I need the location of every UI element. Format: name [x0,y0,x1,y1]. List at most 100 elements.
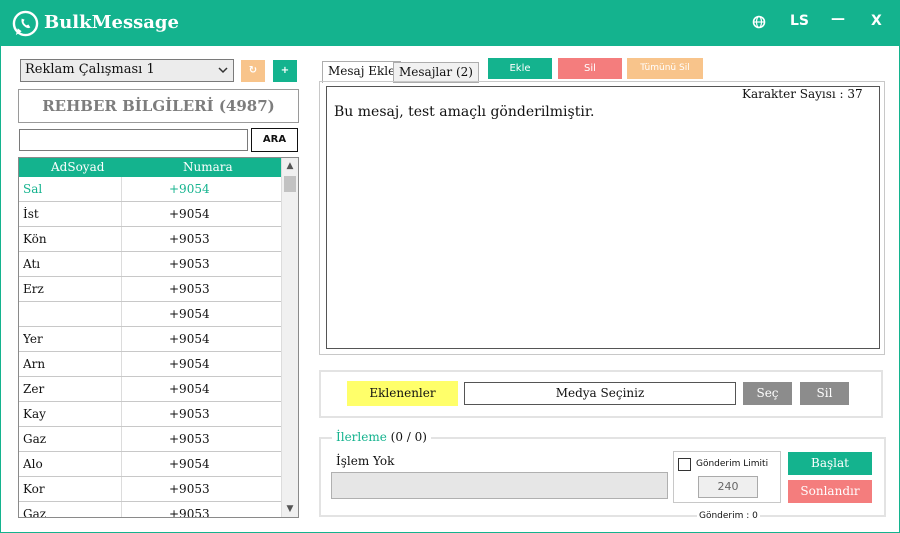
column-divider [121,252,122,276]
campaign-select[interactable]: Reklam Çalışması 1 [20,59,234,82]
redaction-mask [61,481,123,497]
message-textarea[interactable] [326,86,880,349]
character-count: Karakter Sayısı : 37 [742,87,863,101]
table-row[interactable]: İst +9054 [19,202,282,227]
table-row[interactable]: Sal +9054 [19,177,282,202]
send-limit-label: Gönderim Limiti [696,459,769,469]
redaction-mask [225,481,261,497]
redaction-mask [225,331,261,347]
column-divider [121,177,122,201]
added-media-button[interactable]: Eklenenler [347,381,458,406]
column-header-name: AdSoyad [51,160,105,174]
contact-number: +9053 [169,407,210,421]
column-header-number: Numara [183,160,233,174]
status-text: İşlem Yok [336,454,395,468]
column-divider [121,227,122,251]
redaction-mask [61,256,123,272]
table-row[interactable]: Atı +9053 [19,252,282,277]
contact-number: +9053 [169,482,210,496]
globe-icon[interactable] [752,15,766,29]
contact-number: +9054 [169,357,210,371]
table-row[interactable]: Gaz +9053 [19,502,282,518]
redaction-mask [61,506,123,517]
contact-number: +9053 [169,232,210,246]
redaction-mask [225,181,261,197]
redaction-mask [225,281,261,297]
sent-count: Gönderim : 0 [697,511,760,521]
tab-add-message[interactable]: Mesaj Ekle [322,61,402,83]
contact-number: +9053 [169,257,210,271]
close-button[interactable]: X [871,13,882,29]
contact-number: +9054 [169,182,210,196]
contact-number: +9054 [169,332,210,346]
redaction-mask [61,456,123,472]
add-group-button[interactable]: + [273,60,297,82]
column-divider [121,202,122,226]
progress-bar [331,472,668,499]
redaction-mask [225,431,261,447]
scroll-up-icon[interactable]: ▲ [282,158,298,174]
redaction-mask [225,306,261,322]
message-text: Bu mesaj, test amaçlı gönderilmiştir. [334,104,595,120]
scroll-down-icon[interactable]: ▼ [282,501,298,517]
table-row[interactable]: Yer +9054 [19,327,282,352]
minimize-button[interactable]: — [831,11,845,27]
tab-messages[interactable]: Mesajlar (2) [393,62,479,83]
redaction-mask [225,356,261,372]
user-button[interactable]: LS [790,13,809,29]
refresh-button[interactable]: ↻ [241,60,265,82]
delete-media-button[interactable]: Sil [800,382,849,405]
contact-number: +9053 [169,507,210,518]
scroll-thumb[interactable] [284,176,296,192]
media-path-field[interactable]: Medya Seçiniz [464,382,736,405]
table-row[interactable]: Alo +9054 [19,452,282,477]
column-divider [121,477,122,501]
contact-number: +9053 [169,432,210,446]
redaction-mask [61,406,123,422]
delete-all-button[interactable]: Tümünü Sil [627,58,703,79]
table-row[interactable]: Kor +9053 [19,477,282,502]
stop-button[interactable]: Sonlandır [788,480,872,503]
redaction-mask [61,331,123,347]
table-scrollbar[interactable]: ▲ ▼ [281,158,298,517]
table-row[interactable]: Gaz +9053 [19,427,282,452]
column-divider [121,502,122,517]
redaction-mask [225,206,261,222]
chevron-down-icon [218,67,228,74]
redaction-mask [225,381,261,397]
search-button[interactable]: ARA [251,128,298,152]
choose-media-button[interactable]: Seç [743,382,792,405]
column-divider [121,377,122,401]
redaction-mask [61,431,123,447]
progress-legend: İlerleme (0 / 0) [332,430,431,444]
contact-number: +9054 [169,307,210,321]
redaction-mask [61,281,123,297]
search-input[interactable] [19,129,248,151]
redaction-mask [61,306,123,322]
contact-number: +9054 [169,207,210,221]
redaction-mask [225,256,261,272]
send-limit-checkbox[interactable] [678,458,691,471]
table-row[interactable]: Arn +9054 [19,352,282,377]
contact-number: +9053 [169,282,210,296]
redaction-mask [61,231,123,247]
table-row[interactable]: Kön +9053 [19,227,282,252]
contacts-table: AdSoyad Numara Sal +9054 İst +9054 Kön +9053 A… [18,157,299,518]
delete-message-button[interactable]: Sil [558,58,622,79]
redaction-mask [225,231,261,247]
contacts-title: REHBER BİLGİLERİ (4987) [18,89,299,123]
column-divider [121,427,122,451]
table-row[interactable]: Kay +9053 [19,402,282,427]
table-header: AdSoyad Numara [19,158,282,177]
table-row[interactable]: +9054 [19,302,282,327]
redaction-mask [61,181,123,197]
start-button[interactable]: Başlat [788,452,872,475]
column-divider [121,402,122,426]
send-limit-field[interactable]: 240 [698,476,758,498]
table-row[interactable]: Zer +9054 [19,377,282,402]
column-divider [121,352,122,376]
table-row[interactable]: Erz +9053 [19,277,282,302]
redaction-mask [61,381,123,397]
add-message-button[interactable]: Ekle [488,58,552,79]
column-divider [121,277,122,301]
